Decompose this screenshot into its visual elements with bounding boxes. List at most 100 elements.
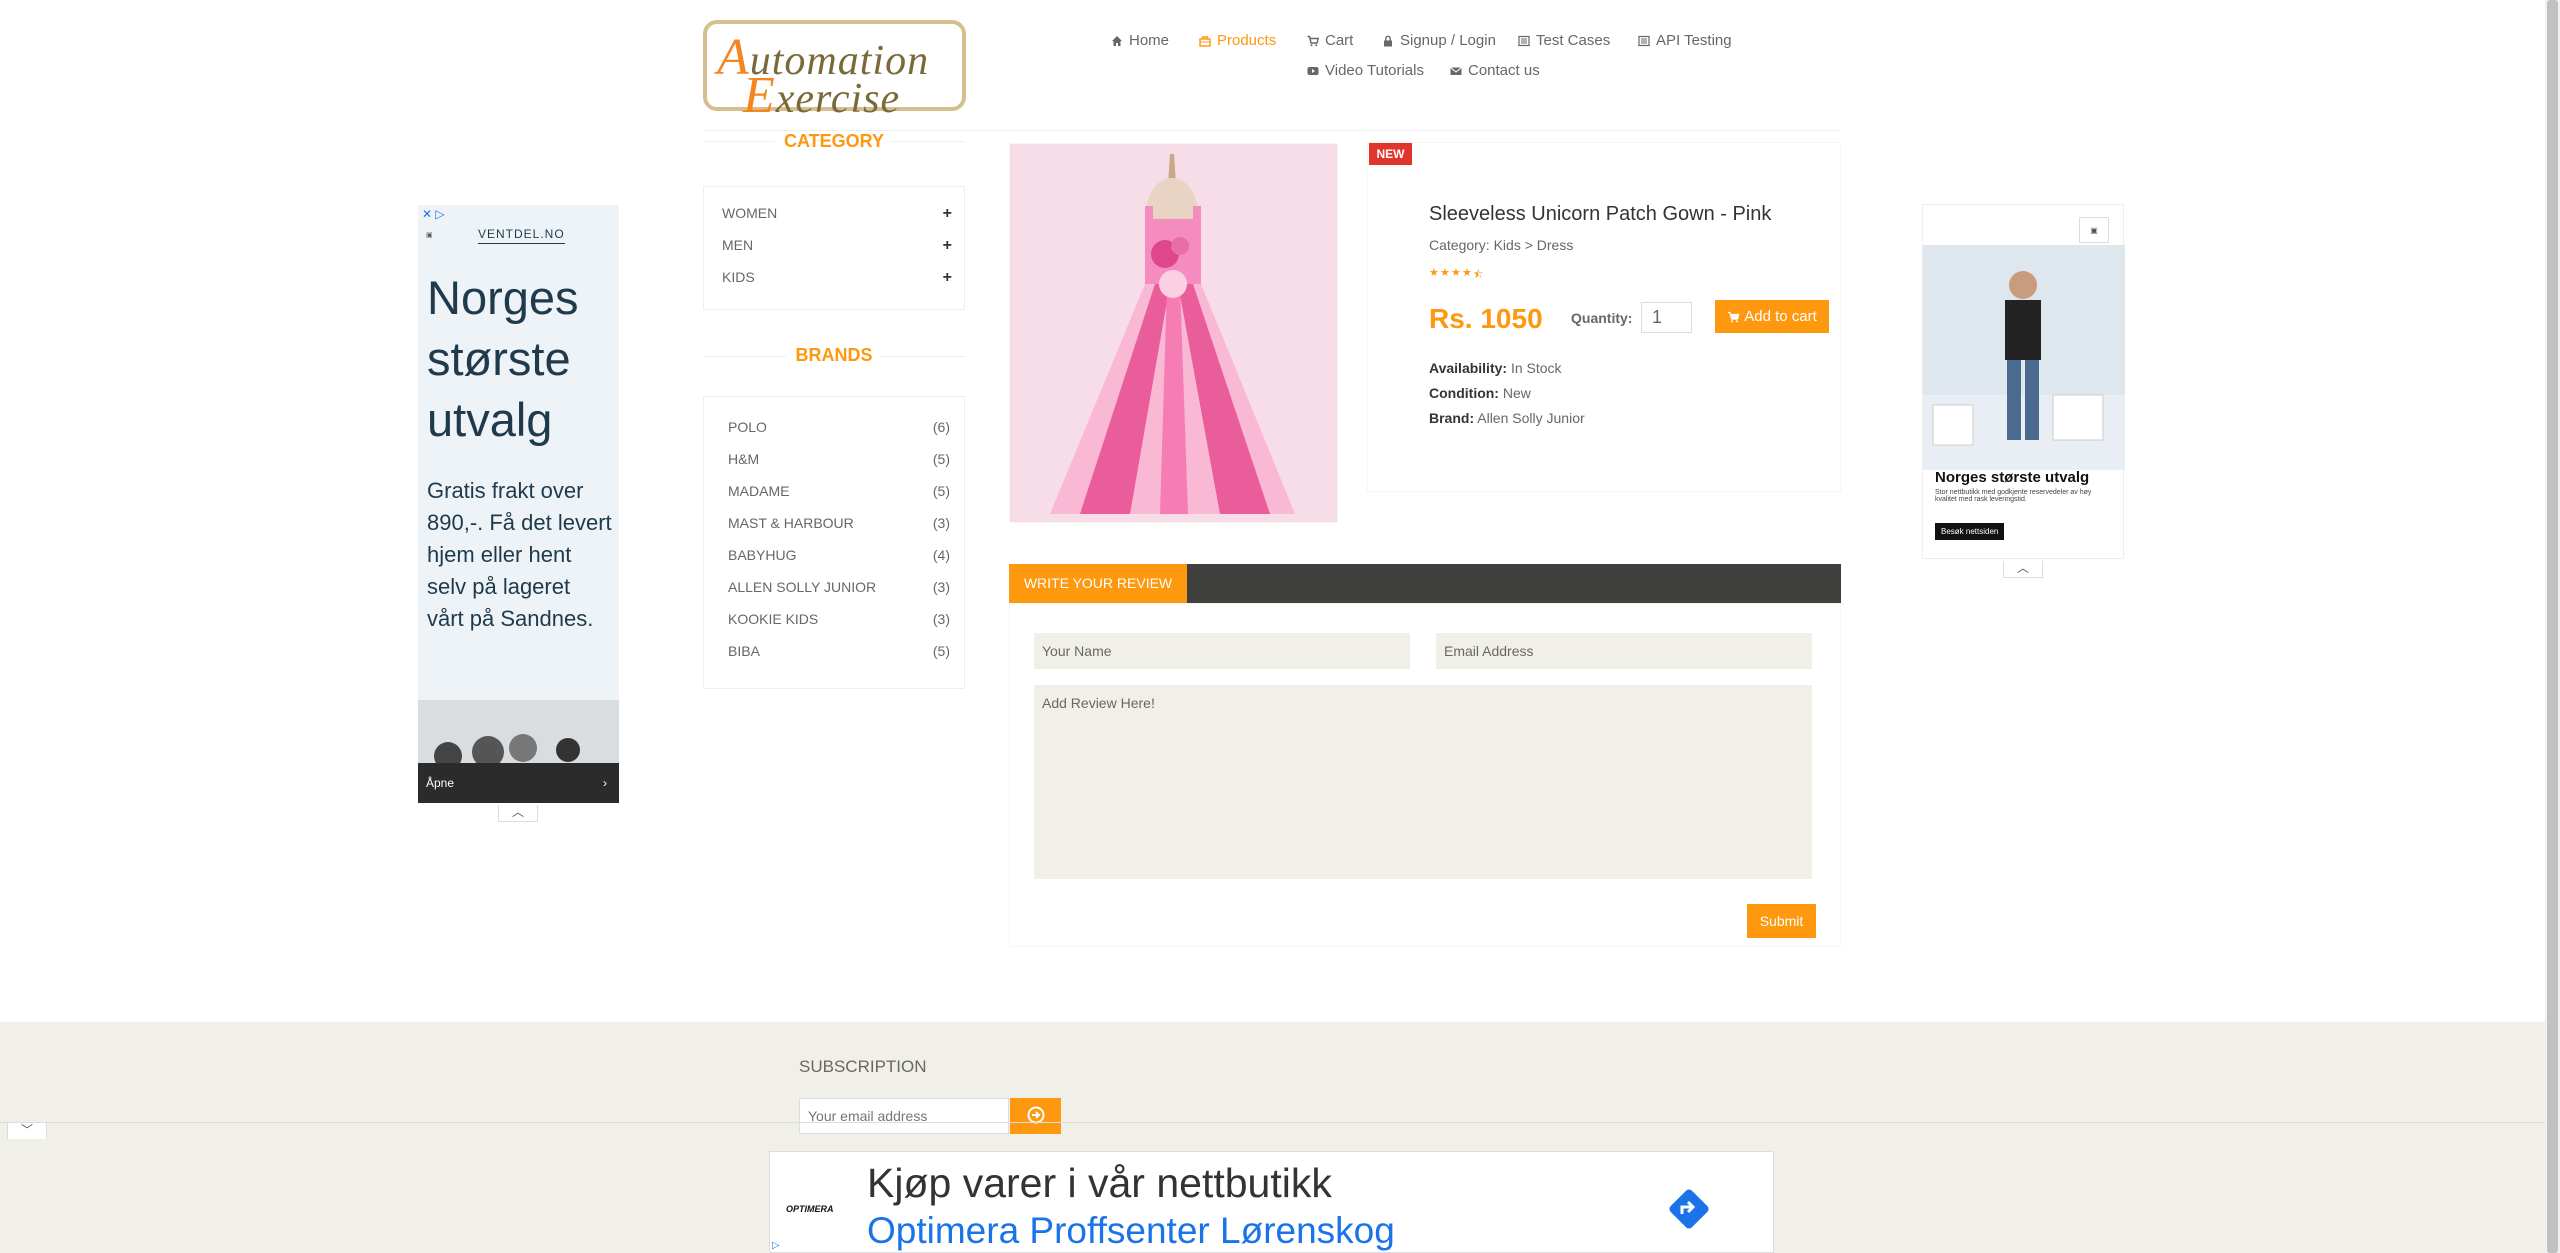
ad-collapse-button[interactable]: ︿ (498, 805, 538, 822)
logo-line-2: Exercise (743, 67, 901, 124)
ad-left-cta[interactable]: Åpne › (418, 763, 619, 803)
brand-label: Brand: (1429, 410, 1475, 426)
brand-name: ALLEN SOLLY JUNIOR (728, 579, 877, 595)
youtube-icon (1307, 66, 1319, 75)
brand-babyhug[interactable]: BABYHUG (4) (728, 547, 950, 563)
nav-test-cases-label: Test Cases (1536, 32, 1611, 49)
plus-icon[interactable]: + (943, 237, 952, 255)
nav-video-label: Video Tutorials (1325, 62, 1424, 79)
brand-name: H&M (728, 451, 760, 467)
brand-kookie-kids[interactable]: KOOKIE KIDS (3) (728, 611, 950, 627)
star-full-icon: ★ (1440, 267, 1450, 279)
brand-name: BIBA (728, 643, 760, 659)
brands-title: BRANDS (795, 345, 873, 365)
subscribe-button[interactable] (1010, 1098, 1061, 1134)
nav-contact-us[interactable]: Contact us (1450, 62, 1540, 79)
plus-icon[interactable]: + (943, 269, 952, 287)
nav-test-cases[interactable]: Test Cases (1518, 32, 1610, 49)
ad-bottom-logo: OPTIMERA (786, 1204, 834, 1214)
plus-icon[interactable]: + (943, 205, 952, 223)
ad-left[interactable]: ✕ ▷ ▣ VENTDEL.NO Norges største utvalg G… (418, 205, 619, 803)
ad-right-headline: Norges største utvalg (1935, 469, 2090, 486)
brand: Brand: Allen Solly Junior (1429, 410, 1585, 426)
add-to-cart-button[interactable]: Add to cart (1715, 300, 1829, 333)
brand-hm[interactable]: H&M (5) (728, 451, 950, 467)
brand-name: MAST & HARBOUR (728, 515, 854, 531)
product-name: Sleeveless Unicorn Patch Gown - Pink (1429, 203, 1772, 225)
brand-madame[interactable]: MADAME (5) (728, 483, 950, 499)
product-image (1009, 143, 1338, 523)
nav-cart[interactable]: Cart (1307, 32, 1353, 49)
category-label: WOMEN (722, 205, 778, 221)
nav-signup-login[interactable]: Signup / Login (1382, 32, 1496, 49)
arrow-circle-right-icon (1027, 1106, 1044, 1123)
brand-polo[interactable]: POLO (6) (728, 419, 950, 435)
star-full-icon: ★ (1429, 267, 1439, 279)
submit-button[interactable]: Submit (1747, 904, 1816, 938)
cart-icon (1728, 311, 1740, 322)
nav-home-label: Home (1129, 32, 1170, 49)
nav-products-label: Products (1217, 32, 1277, 49)
chevron-right-icon: › (603, 776, 607, 790)
ad-bottom-line1: Kjøp varer i vår nettbutikk (867, 1160, 1332, 1206)
nav-contact-label: Contact us (1468, 62, 1540, 79)
products-icon (1199, 35, 1211, 47)
chevron-up-icon: ︿ (2016, 561, 2029, 575)
list-icon (1518, 35, 1530, 46)
brand-mast-harbour[interactable]: MAST & HARBOUR (3) (728, 515, 950, 531)
directions-icon[interactable] (1666, 1186, 1712, 1232)
ad-right[interactable]: ▣ ▷ ✕ Norges største utvalg Stor nettbut… (1922, 204, 2125, 559)
star-full-icon: ★ (1462, 267, 1472, 279)
category-label: MEN (722, 237, 754, 253)
brand-name: POLO (728, 419, 767, 435)
condition-value: New (1502, 385, 1531, 401)
quantity-input[interactable] (1641, 302, 1692, 333)
list-icon (1638, 35, 1650, 46)
category-kids[interactable]: KIDS + (722, 269, 952, 287)
review-text-input[interactable] (1034, 685, 1812, 879)
subscription-email-input[interactable] (799, 1098, 1009, 1134)
chevron-down-icon: ﹀ (20, 1123, 33, 1137)
star-half-icon: ⯪ (1473, 269, 1484, 281)
brand-count: (3) (932, 515, 950, 531)
tab-write-review[interactable]: WRITE YOUR REVIEW (1009, 564, 1187, 603)
category-panel: WOMEN + MEN + KIDS + (703, 186, 965, 310)
review-email-input[interactable] (1436, 633, 1812, 669)
banner-collapse-button[interactable]: ﹀ (7, 1122, 47, 1139)
nav-video-tutorials[interactable]: Video Tutorials (1307, 62, 1424, 79)
brand-count: (5) (932, 643, 950, 659)
scrollbar-thumb[interactable] (2547, 0, 2558, 1253)
star-full-icon: ★ (1451, 267, 1461, 279)
nav-api-testing[interactable]: API Testing (1638, 32, 1732, 49)
nav-home[interactable]: Home (1111, 32, 1169, 49)
ad-choices-icon[interactable]: ▷ (772, 1240, 780, 1251)
ad-logo-icon: ▣ (2079, 217, 2109, 243)
site-logo[interactable]: Automation Exercise (703, 20, 966, 124)
new-badge: NEW (1369, 143, 1412, 165)
brand-count: (5) (932, 483, 950, 499)
brand-count: (5) (932, 451, 950, 467)
ad-collapse-button[interactable]: ︿ (2003, 561, 2043, 578)
cart-icon (1307, 35, 1319, 46)
ad-logo-icon: ▣ (426, 232, 433, 239)
review-name-input[interactable] (1034, 633, 1410, 669)
availability-value: In Stock (1510, 360, 1562, 376)
ad-choices-icon[interactable]: ✕ ▷ (422, 207, 445, 221)
ad-left-body: Gratis frakt over 890,-. Få det levert h… (427, 478, 612, 631)
add-to-cart-label: Add to cart (1744, 308, 1817, 325)
category-title: CATEGORY (783, 131, 884, 151)
ad-right-cta[interactable]: Besøk nettsiden (1935, 523, 2005, 540)
quantity-label: Quantity: (1571, 310, 1633, 326)
category-label: KIDS (722, 269, 755, 285)
condition: Condition: New (1429, 385, 1531, 401)
ad-bottom-banner[interactable]: OPTIMERA Kjøp varer i vår nettbutikk Opt… (769, 1151, 1774, 1253)
product-price: Rs. 1050 (1429, 303, 1543, 334)
nav-api-testing-label: API Testing (1656, 32, 1732, 49)
category-men[interactable]: MEN + (722, 237, 952, 255)
lock-icon (1384, 35, 1392, 46)
nav-products[interactable]: Products (1199, 32, 1276, 49)
brand-allen-solly-junior[interactable]: ALLEN SOLLY JUNIOR (3) (728, 579, 950, 595)
brand-count: (6) (932, 419, 950, 435)
brand-biba[interactable]: BIBA (5) (728, 643, 950, 659)
category-women[interactable]: WOMEN + (722, 205, 952, 223)
